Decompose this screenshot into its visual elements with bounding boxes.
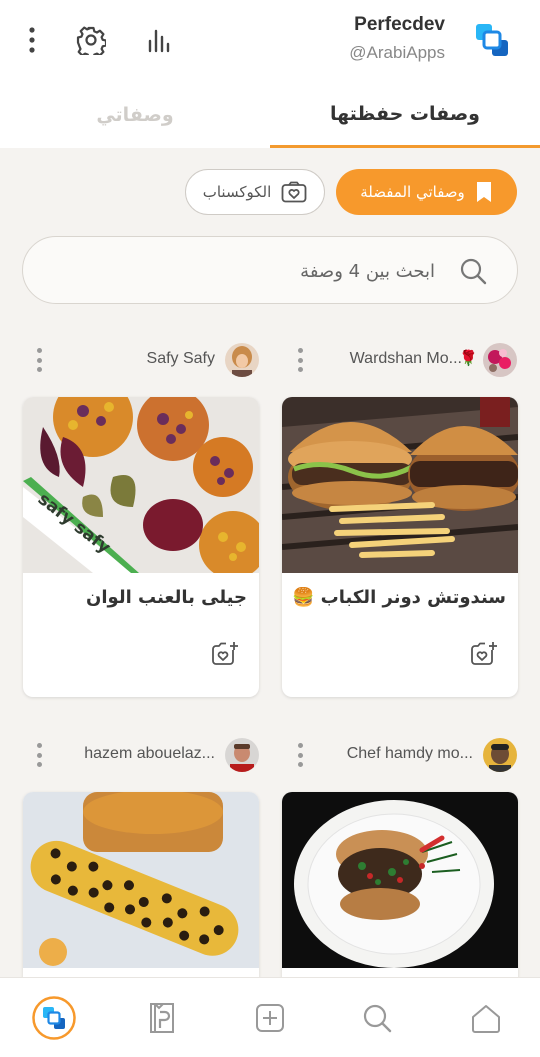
author-name: hazem abouelaz... <box>84 745 215 762</box>
nav-profile-button[interactable] <box>32 996 76 1040</box>
search-bar <box>22 236 518 305</box>
recipe-card[interactable]: سندوتش دونر الكباب 🍔 <box>282 397 518 697</box>
stats-chart-icon[interactable] <box>145 25 173 55</box>
profile-handle: @ArabiApps <box>349 43 445 62</box>
favorites-chip-label: وصفاتي المفضلة <box>360 183 465 201</box>
favorites-filter-chip[interactable]: وصفاتي المفضلة <box>336 169 517 215</box>
author-name: Wardshan Mo... <box>349 350 462 367</box>
tab-bar: وصفاتي وصفات حفظتها <box>0 82 540 148</box>
plate-photo <box>282 792 518 968</box>
bookmark-icon <box>476 182 491 202</box>
rose-emoji-icon: 🌹 <box>459 349 478 367</box>
avatar[interactable] <box>225 343 259 377</box>
recipe-author-row[interactable]: Chef hamdy mo... <box>282 735 518 775</box>
search-icon <box>363 1004 392 1033</box>
recipe-title: سندوتش دونر الكباب 🍔 <box>291 587 506 608</box>
jelly-photo: safy safy <box>23 397 259 573</box>
author-name: Chef hamdy mo... <box>346 745 473 762</box>
add-to-cooksnap-icon[interactable] <box>470 641 498 671</box>
top-bar: Perfecdev @ArabiApps وصفاتي وصفات حفظتها <box>0 0 540 148</box>
settings-gear-icon[interactable] <box>74 23 108 57</box>
card-menu-icon[interactable] <box>34 741 44 769</box>
avatar[interactable] <box>483 343 517 377</box>
card-menu-icon[interactable] <box>34 346 44 374</box>
avatar[interactable] <box>483 738 517 772</box>
bottom-navigation <box>0 977 540 1057</box>
premium-book-icon <box>150 1003 174 1033</box>
corn-photo <box>23 792 259 968</box>
search-icon[interactable] <box>459 257 487 289</box>
recipe-author-row[interactable]: Safy Safy <box>24 340 260 380</box>
nav-home-button[interactable] <box>464 996 508 1040</box>
nav-premium-button[interactable] <box>140 996 184 1040</box>
recipe-author-row[interactable]: hazem abouelaz... <box>24 735 260 775</box>
add-to-cooksnap-icon[interactable] <box>211 641 239 671</box>
card-menu-icon[interactable] <box>295 741 305 769</box>
recipe-title: جيلى بالعنب الوان <box>86 587 247 608</box>
burger-photo <box>282 397 518 573</box>
cooksnap-chip-label: الكوكسناب <box>202 183 272 201</box>
home-icon <box>472 1005 500 1033</box>
tab-saved-recipes[interactable]: وصفات حفظتها <box>270 82 540 148</box>
tab-my-recipes[interactable]: وصفاتي <box>0 82 270 148</box>
cooksnap-heart-icon <box>281 181 307 203</box>
nav-search-button[interactable] <box>355 996 399 1040</box>
app-logo-icon <box>32 996 76 1040</box>
cooksnap-filter-chip[interactable]: الكوكسناب <box>185 169 325 215</box>
search-input[interactable] <box>55 237 435 305</box>
author-name: Safy Safy <box>146 350 215 367</box>
add-box-icon <box>256 1004 284 1032</box>
more-menu-icon[interactable] <box>22 26 42 54</box>
card-menu-icon[interactable] <box>295 346 305 374</box>
recipe-author-row[interactable]: Wardshan Mo... 🌹 <box>282 340 518 380</box>
nav-create-button[interactable] <box>248 996 292 1040</box>
recipe-card[interactable]: safy safy جيلى بالعنب الوان <box>23 397 259 697</box>
app-logo-icon[interactable] <box>472 20 512 60</box>
avatar[interactable] <box>225 738 259 772</box>
profile-name[interactable]: Perfecdev <box>354 14 445 36</box>
